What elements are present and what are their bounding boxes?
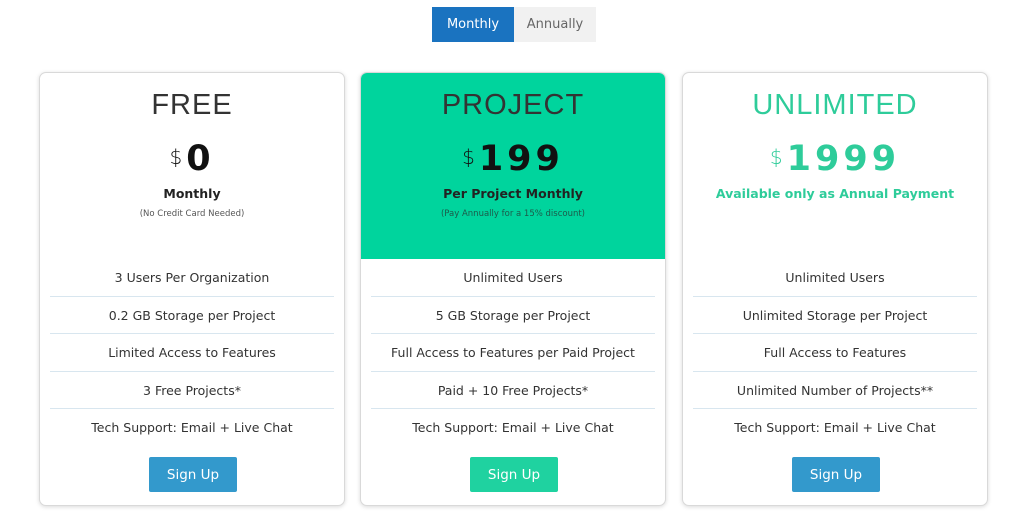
feature-item: Tech Support: Email + Live Chat	[734, 420, 936, 435]
feature-item: 3 Users Per Organization	[50, 259, 334, 297]
annually-toggle-button[interactable]: Annually	[514, 7, 596, 42]
plan-name: PROJECT	[441, 89, 585, 121]
currency-symbol: $	[462, 145, 475, 169]
billing-period: Monthly	[163, 186, 221, 201]
feature-item: Unlimited Number of Projects**	[693, 372, 977, 409]
plan-note: (No Credit Card Needed)	[139, 209, 245, 219]
plan-header: PROJECT $199 Per Project Monthly (Pay An…	[361, 73, 665, 259]
feature-item: 5 GB Storage per Project	[371, 297, 655, 334]
feature-item: Paid + 10 Free Projects*	[371, 372, 655, 409]
feature-list: 3 Users Per Organization 0.2 GB Storage …	[50, 259, 334, 447]
feature-item: Unlimited Users	[693, 259, 977, 297]
feature-list: Unlimited Users Unlimited Storage per Pr…	[693, 259, 977, 447]
plan-header: UNLIMITED $1999 Available only as Annual…	[683, 73, 987, 259]
billing-period: Per Project Monthly	[443, 186, 583, 201]
currency-symbol: $	[169, 145, 183, 169]
billing-toggle: Monthly Annually	[432, 7, 596, 42]
feature-list: Unlimited Users 5 GB Storage per Project…	[371, 259, 655, 447]
feature-item: 0.2 GB Storage per Project	[50, 297, 334, 334]
plan-card-project: PROJECT $199 Per Project Monthly (Pay An…	[360, 72, 666, 506]
plan-card-unlimited: UNLIMITED $1999 Available only as Annual…	[682, 72, 988, 506]
plan-header: FREE $0 Monthly (No Credit Card Needed)	[40, 73, 344, 259]
price-amount: 0	[186, 139, 215, 179]
feature-item: Tech Support: Email + Live Chat	[91, 420, 293, 435]
feature-item: Limited Access to Features	[50, 334, 334, 372]
currency-symbol: $	[769, 145, 783, 169]
plan-note: (Pay Annually for a 15% discount)	[440, 209, 586, 219]
feature-item: Unlimited Storage per Project	[693, 297, 977, 334]
monthly-toggle-button[interactable]: Monthly	[432, 7, 514, 42]
feature-item: Full Access to Features per Paid Project	[371, 334, 655, 372]
feature-item: Tech Support: Email + Live Chat	[412, 420, 614, 435]
plan-price: $1999	[683, 139, 987, 179]
plan-card-free: FREE $0 Monthly (No Credit Card Needed) …	[39, 72, 345, 506]
feature-item: Unlimited Users	[371, 259, 655, 297]
sign-up-button[interactable]: Sign Up	[792, 457, 880, 492]
plan-name: FREE	[151, 89, 233, 121]
plan-price: $0	[40, 139, 344, 179]
sign-up-button[interactable]: Sign Up	[149, 457, 237, 492]
feature-item: 3 Free Projects*	[50, 372, 334, 409]
feature-item: Full Access to Features	[693, 334, 977, 372]
billing-period: Available only as Annual Payment	[715, 186, 955, 201]
price-amount: 199	[478, 139, 564, 179]
plan-name: UNLIMITED	[752, 89, 918, 121]
plan-price: $199	[361, 139, 665, 179]
sign-up-button[interactable]: Sign Up	[470, 457, 558, 492]
price-amount: 1999	[786, 139, 901, 179]
